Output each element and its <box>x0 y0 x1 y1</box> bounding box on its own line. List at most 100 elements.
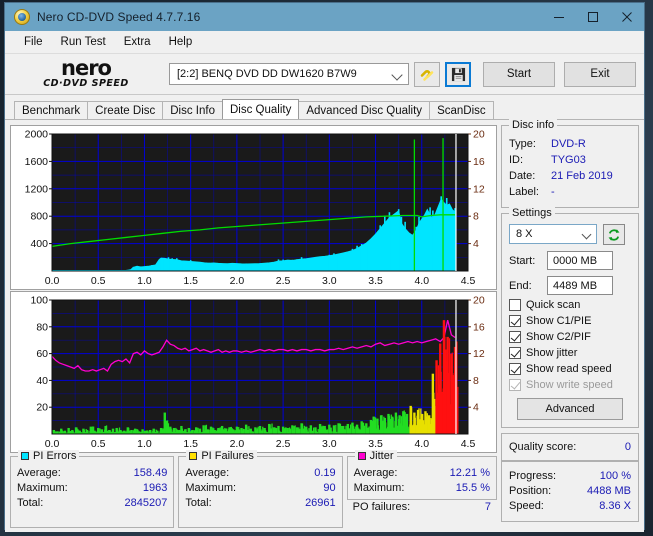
position-value: 4488 MB <box>587 484 631 499</box>
pi-errors-title-label: PI Errors <box>33 450 76 462</box>
exit-button[interactable]: Exit <box>564 62 636 87</box>
jitter-maximum-value: 15.5 % <box>456 481 490 496</box>
pi-errors-maximum-row: Maximum: 1963 <box>17 481 167 496</box>
chevron-down-icon <box>391 69 402 80</box>
statistics-row: PI Errors Average: 158.49 Maximum: 1963 … <box>10 456 497 528</box>
disc-info-type-label: Type: <box>509 136 551 152</box>
tab-benchmark[interactable]: Benchmark <box>14 101 88 119</box>
progress-value: 100 % <box>600 469 631 484</box>
save-button[interactable] <box>445 62 471 87</box>
tab-create-disc[interactable]: Create Disc <box>87 101 163 119</box>
settings-title: Settings <box>509 207 555 219</box>
pi-failures-total-value: 26961 <box>305 496 336 511</box>
quality-score-value: 0 <box>625 441 631 453</box>
checkbox-show-write-speed-box <box>509 379 521 391</box>
progress-row: Progress: 100 % <box>509 469 631 484</box>
svg-text:2.0: 2.0 <box>230 275 245 287</box>
pi-errors-total-value: 2845207 <box>125 496 168 511</box>
menu-item-file[interactable]: File <box>15 34 52 50</box>
pi-failures-total-label: Total: <box>185 496 211 511</box>
pi-failures-average-label: Average: <box>185 466 229 481</box>
quality-score-label: Quality score: <box>509 441 576 453</box>
disc-info-label-row: Label: - <box>509 184 631 200</box>
tab-content-disc-quality: 0.0 0.5 1.0 1.5 2.0 2.5 3.0 3.5 4.0 4.5 400 800 1200… <box>5 119 644 532</box>
checkbox-show-write-speed-label: Show write speed <box>526 379 613 391</box>
checkbox-quick-scan-label: Quick scan <box>526 299 580 311</box>
pi-errors-average-label: Average: <box>17 466 61 481</box>
eject-chain-button[interactable] <box>414 62 440 87</box>
speed-row: Speed: 8.36 X <box>509 499 631 514</box>
disc-info-id-value: TYG03 <box>551 152 586 168</box>
minimize-icon[interactable] <box>542 3 576 31</box>
pie-errors-chart-svg: 0.0 0.5 1.0 1.5 2.0 2.5 3.0 3.5 4.0 4.5 400 800 1200… <box>11 126 496 289</box>
checkbox-quick-scan[interactable]: Quick scan <box>509 299 631 311</box>
logo-wordmark: nero <box>61 59 111 78</box>
svg-text:8: 8 <box>473 375 479 387</box>
menu-item-help[interactable]: Help <box>160 34 202 50</box>
svg-text:1.0: 1.0 <box>137 275 152 287</box>
tab-disc-quality[interactable]: Disc Quality <box>222 99 299 119</box>
menu-item-run-test[interactable]: Run Test <box>52 34 115 50</box>
pif-jitter-chart: 0.0 0.5 1.0 1.5 2.0 2.5 3.0 3.5 4.0 4.5 20 40 60 80 10… <box>10 291 497 453</box>
speed-value: 8.36 X <box>599 499 631 514</box>
checkbox-show-read-speed[interactable]: Show read speed <box>509 363 631 375</box>
side-panel: Disc info Type: DVD-R ID: TYG03 Date: 21… <box>501 125 639 528</box>
checkbox-show-write-speed: Show write speed <box>509 379 631 391</box>
disc-info-date-value: 21 Feb 2019 <box>551 168 613 184</box>
advanced-button[interactable]: Advanced <box>517 398 623 420</box>
disc-info-id-row: ID: TYG03 <box>509 152 631 168</box>
svg-text:80: 80 <box>36 321 48 333</box>
close-icon[interactable] <box>610 3 644 31</box>
checkbox-show-c1-pie[interactable]: Show C1/PIE <box>509 315 631 327</box>
svg-text:8: 8 <box>473 211 479 223</box>
checkbox-show-jitter-box <box>509 347 521 359</box>
po-failures-value: 7 <box>485 500 491 515</box>
start-button[interactable]: Start <box>483 62 555 87</box>
tab-strip: Benchmark Create Disc Disc Info Disc Qua… <box>5 99 644 119</box>
refresh-button[interactable] <box>603 224 625 245</box>
start-input[interactable]: 0000 MB <box>547 251 613 270</box>
pi-errors-average-value: 158.49 <box>134 466 168 481</box>
menu-item-extra[interactable]: Extra <box>115 34 160 50</box>
svg-text:1600: 1600 <box>25 156 49 168</box>
progress-label: Progress: <box>509 469 556 484</box>
logo-subtitle: CD·DVD SPEED <box>43 78 129 89</box>
svg-text:4.0: 4.0 <box>414 438 429 450</box>
drive-select[interactable]: [2:2] BENQ DVD DD DW1620 B7W9 <box>169 63 409 85</box>
maximize-icon[interactable] <box>576 3 610 31</box>
quality-score-row: Quality score: 0 <box>509 441 631 453</box>
checkbox-show-c2-pif[interactable]: Show C2/PIF <box>509 331 631 343</box>
svg-text:3.5: 3.5 <box>368 275 383 287</box>
tab-advanced-disc-quality[interactable]: Advanced Disc Quality <box>298 101 430 119</box>
end-field-label: End: <box>509 280 547 292</box>
speed-label: Speed: <box>509 499 544 514</box>
checkbox-show-jitter[interactable]: Show jitter <box>509 347 631 359</box>
floppy-save-icon <box>451 67 466 82</box>
checkbox-show-c2-pif-label: Show C2/PIF <box>526 331 591 343</box>
disc-info-label-label: Label: <box>509 184 551 200</box>
svg-text:0.0: 0.0 <box>45 438 60 450</box>
end-input[interactable]: 4489 MB <box>547 276 613 295</box>
disc-info-title: Disc info <box>509 119 557 131</box>
svg-text:2.5: 2.5 <box>276 438 291 450</box>
nero-app-icon <box>14 9 30 25</box>
nero-logo: nero CD·DVD SPEED <box>11 57 161 91</box>
svg-text:1.5: 1.5 <box>183 275 198 287</box>
tab-disc-info[interactable]: Disc Info <box>162 101 223 119</box>
pi-errors-maximum-value: 1963 <box>143 481 167 496</box>
title-bar: Nero CD-DVD Speed 4.7.7.16 <box>5 3 644 31</box>
pi-failures-total-row: Total: 26961 <box>185 496 335 511</box>
application-window: Nero CD-DVD Speed 4.7.7.16 File Run Test… <box>4 2 645 530</box>
tab-scandisc[interactable]: ScanDisc <box>429 101 494 119</box>
position-label: Position: <box>509 484 551 499</box>
speed-select[interactable]: 8 X <box>509 224 597 244</box>
svg-text:3.0: 3.0 <box>322 275 337 287</box>
menu-bar: File Run Test Extra Help <box>5 31 644 54</box>
pi-errors-total-row: Total: 2845207 <box>17 496 167 511</box>
jitter-maximum-label: Maximum: <box>354 481 405 496</box>
svg-text:20: 20 <box>473 129 485 141</box>
pi-failures-maximum-label: Maximum: <box>185 481 236 496</box>
pi-errors-total-label: Total: <box>17 496 43 511</box>
svg-text:100: 100 <box>30 295 48 307</box>
svg-text:2.0: 2.0 <box>230 438 245 450</box>
